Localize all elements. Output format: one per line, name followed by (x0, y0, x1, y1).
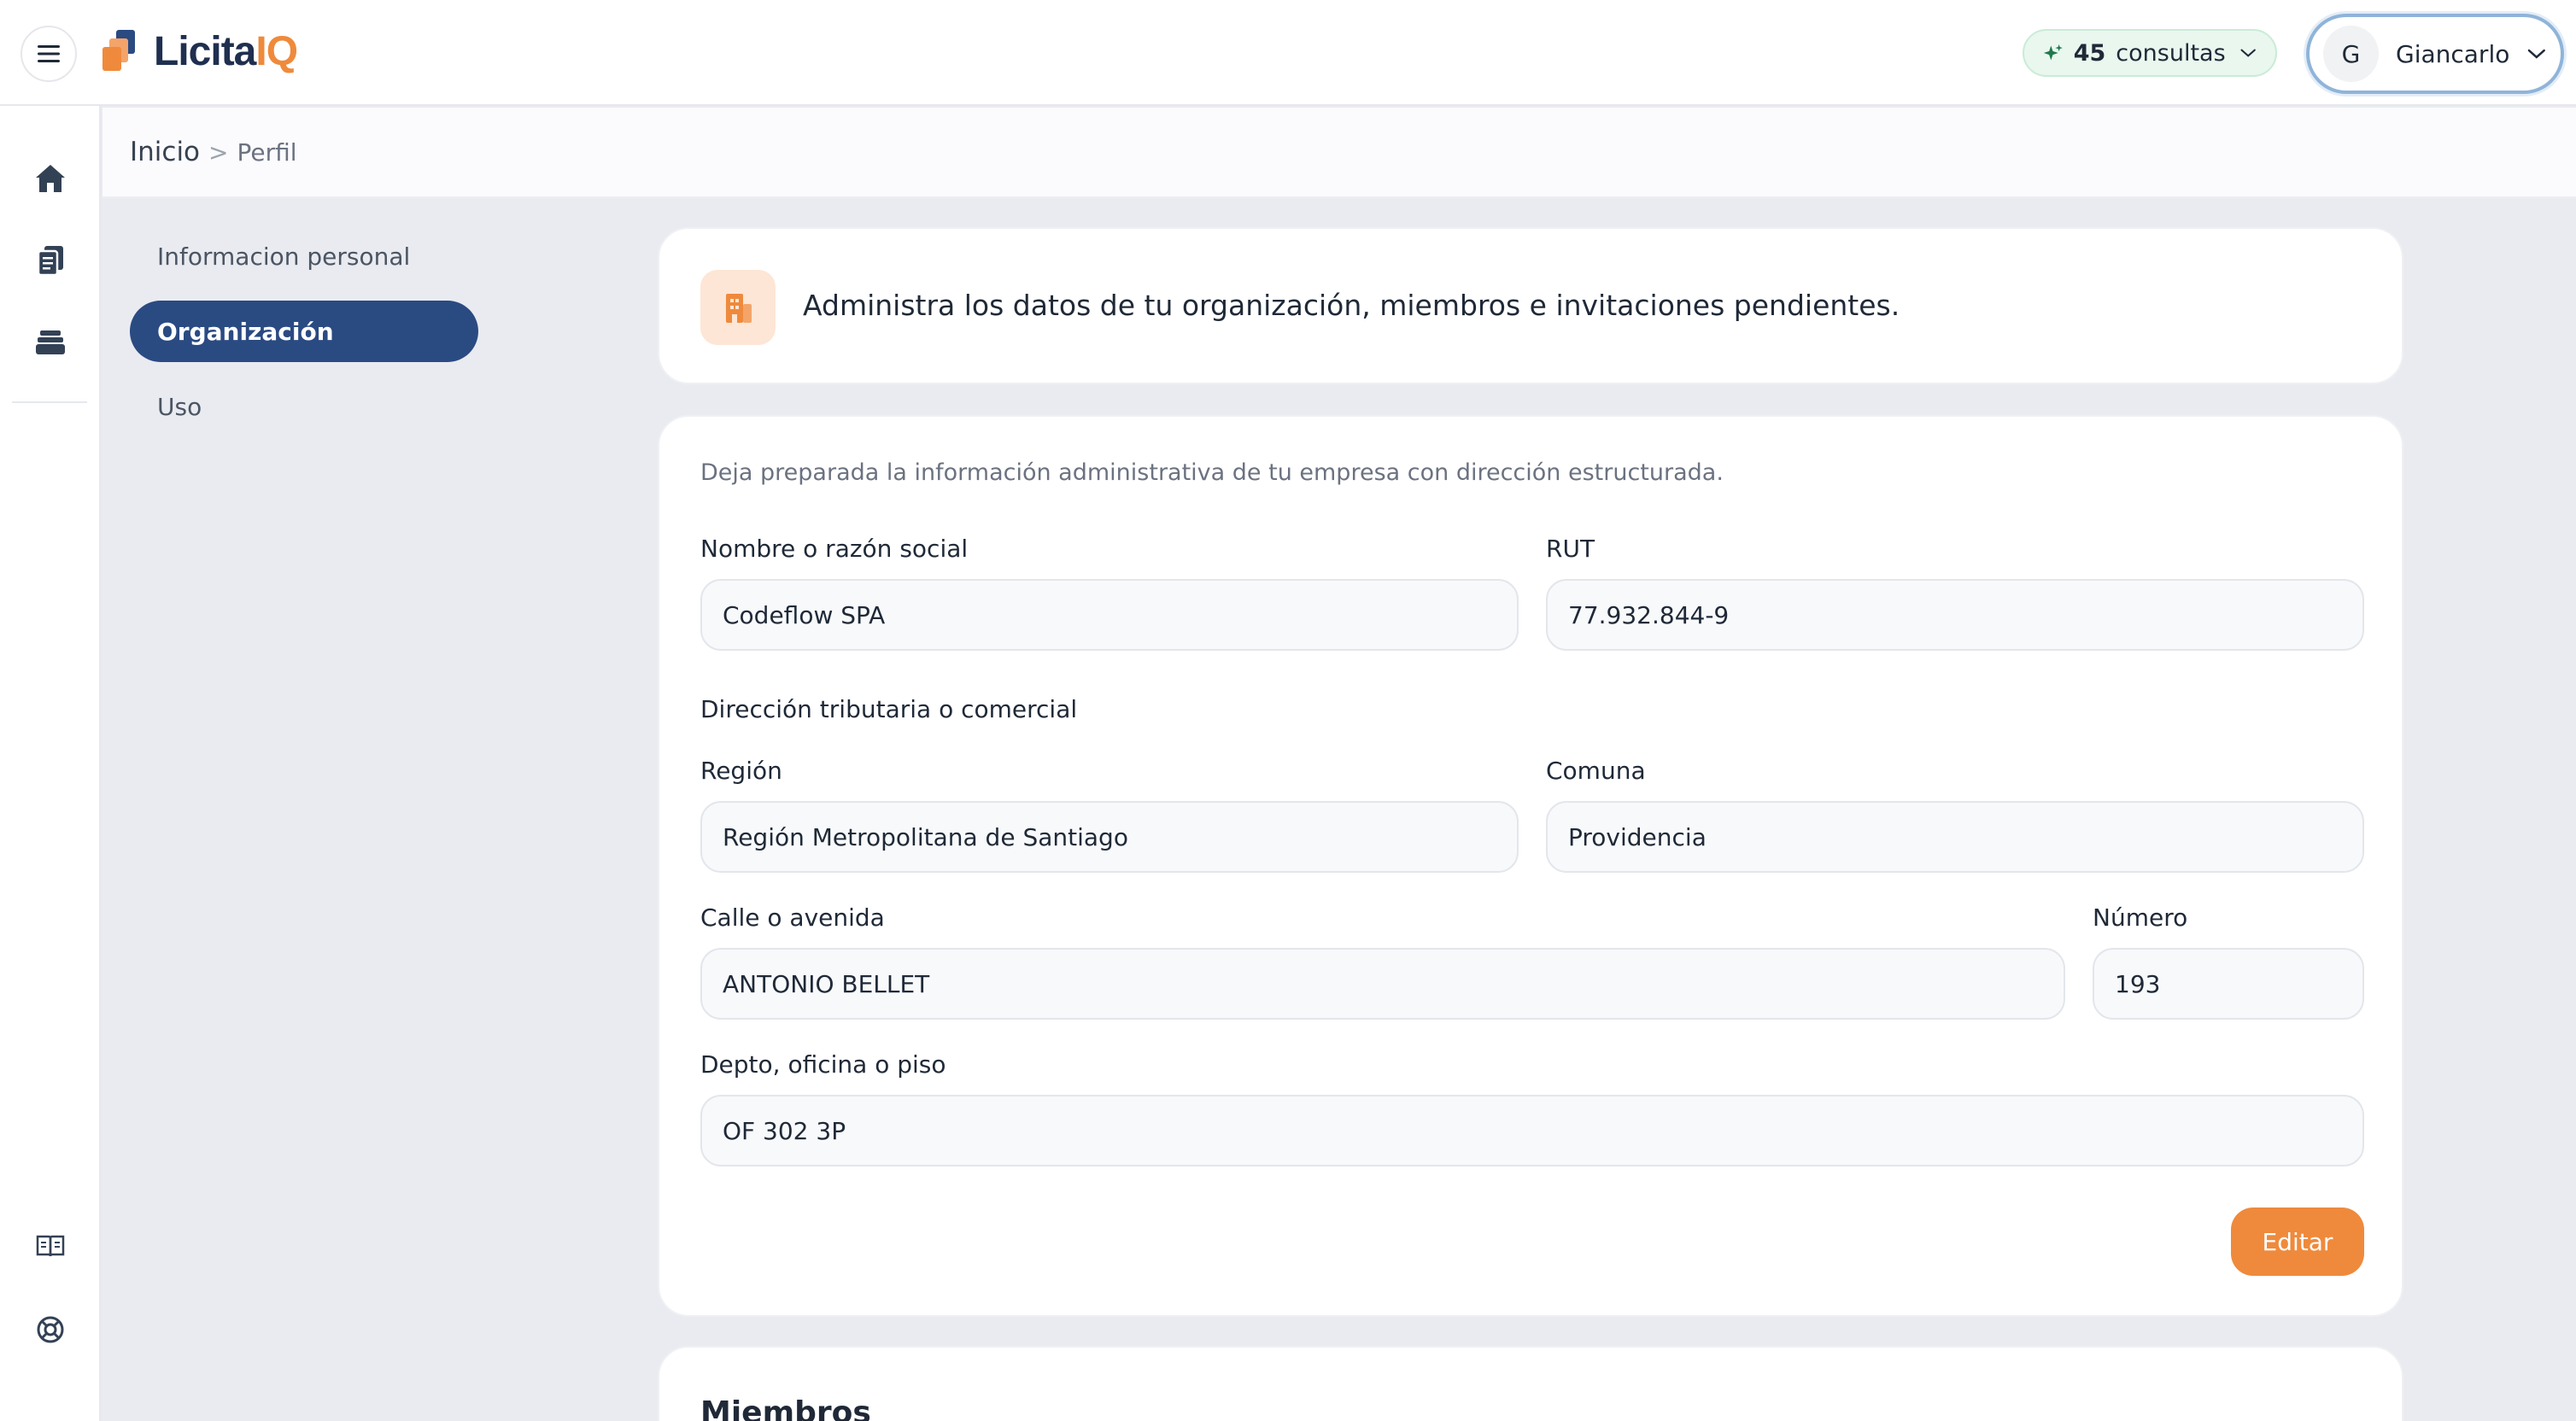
profile-nav-organization[interactable]: Organización (130, 301, 478, 362)
name-label: Nombre o razón social (700, 535, 969, 563)
name-field[interactable] (700, 579, 1519, 651)
logo-text-main: Licita (154, 28, 256, 74)
help-icon (37, 1316, 64, 1343)
rut-field[interactable] (1546, 579, 2364, 651)
edit-button[interactable]: Editar (2231, 1208, 2364, 1276)
credits-count: 45 (2073, 39, 2106, 67)
number-field[interactable] (2093, 948, 2364, 1020)
comuna-field[interactable] (1546, 801, 2364, 873)
address-section-label: Dirección tributaria o comercial (700, 695, 1078, 723)
avatar: G (2323, 26, 2379, 82)
top-bar: LicitaIQ 45 consultas G Giancarlo (0, 0, 2576, 106)
rail-home-button[interactable] (29, 157, 72, 200)
region-field[interactable] (700, 801, 1519, 873)
book-icon (36, 1235, 65, 1257)
intro-icon-badge (700, 270, 776, 345)
profile-nav-personal[interactable]: Informacion personal (130, 225, 478, 287)
building-icon (726, 294, 752, 323)
members-title: Miembros (700, 1395, 871, 1421)
form-description: Deja preparada la información administra… (700, 459, 1724, 486)
organization-form-card: Deja preparada la información administra… (658, 415, 2403, 1317)
hamburger-icon (38, 45, 60, 62)
home-icon (36, 165, 65, 192)
rail-docs-button[interactable] (29, 1225, 72, 1267)
logo-text-accent: IQ (255, 28, 298, 74)
rail-documents-button[interactable] (29, 239, 72, 282)
breadcrumb-home[interactable]: Inicio (130, 137, 200, 167)
logo-mark-icon (102, 30, 135, 71)
rail-help-button[interactable] (29, 1308, 72, 1351)
documents-icon (37, 246, 63, 277)
intro-card: Administra los datos de tu organización,… (658, 227, 2403, 384)
chevron-down-icon (2528, 49, 2546, 59)
stack-icon (36, 330, 65, 354)
logo-text: LicitaIQ (154, 28, 298, 75)
region-label: Región (700, 757, 782, 785)
app-logo[interactable]: LicitaIQ (101, 24, 298, 79)
breadcrumb-separator: > (208, 137, 229, 167)
rut-label: RUT (1546, 535, 1595, 563)
credits-label: consultas (2116, 39, 2226, 67)
rail-stack-button[interactable] (29, 321, 72, 364)
left-rail (0, 106, 101, 1421)
profile-nav-usage[interactable]: Uso (130, 376, 478, 437)
sparkle-icon (2043, 44, 2063, 61)
street-field[interactable] (700, 948, 2065, 1020)
rail-divider (12, 401, 87, 403)
members-card: Miembros (658, 1346, 2403, 1421)
menu-button[interactable] (20, 26, 77, 82)
intro-text: Administra los datos de tu organización,… (803, 289, 1900, 322)
breadcrumb-current: Perfil (237, 137, 297, 167)
user-name: Giancarlo (2396, 39, 2510, 68)
avatar-initial: G (2341, 39, 2361, 68)
number-label: Número (2093, 903, 2188, 932)
chevron-down-icon (2240, 49, 2256, 57)
street-label: Calle o avenida (700, 903, 885, 932)
credits-pill[interactable]: 45 consultas (2023, 29, 2277, 77)
breadcrumb: Inicio > Perfil (102, 108, 2576, 198)
user-menu[interactable]: G Giancarlo (2306, 14, 2564, 94)
unit-label: Depto, oficina o piso (700, 1050, 946, 1079)
unit-field[interactable] (700, 1095, 2364, 1167)
comuna-label: Comuna (1546, 757, 1646, 785)
